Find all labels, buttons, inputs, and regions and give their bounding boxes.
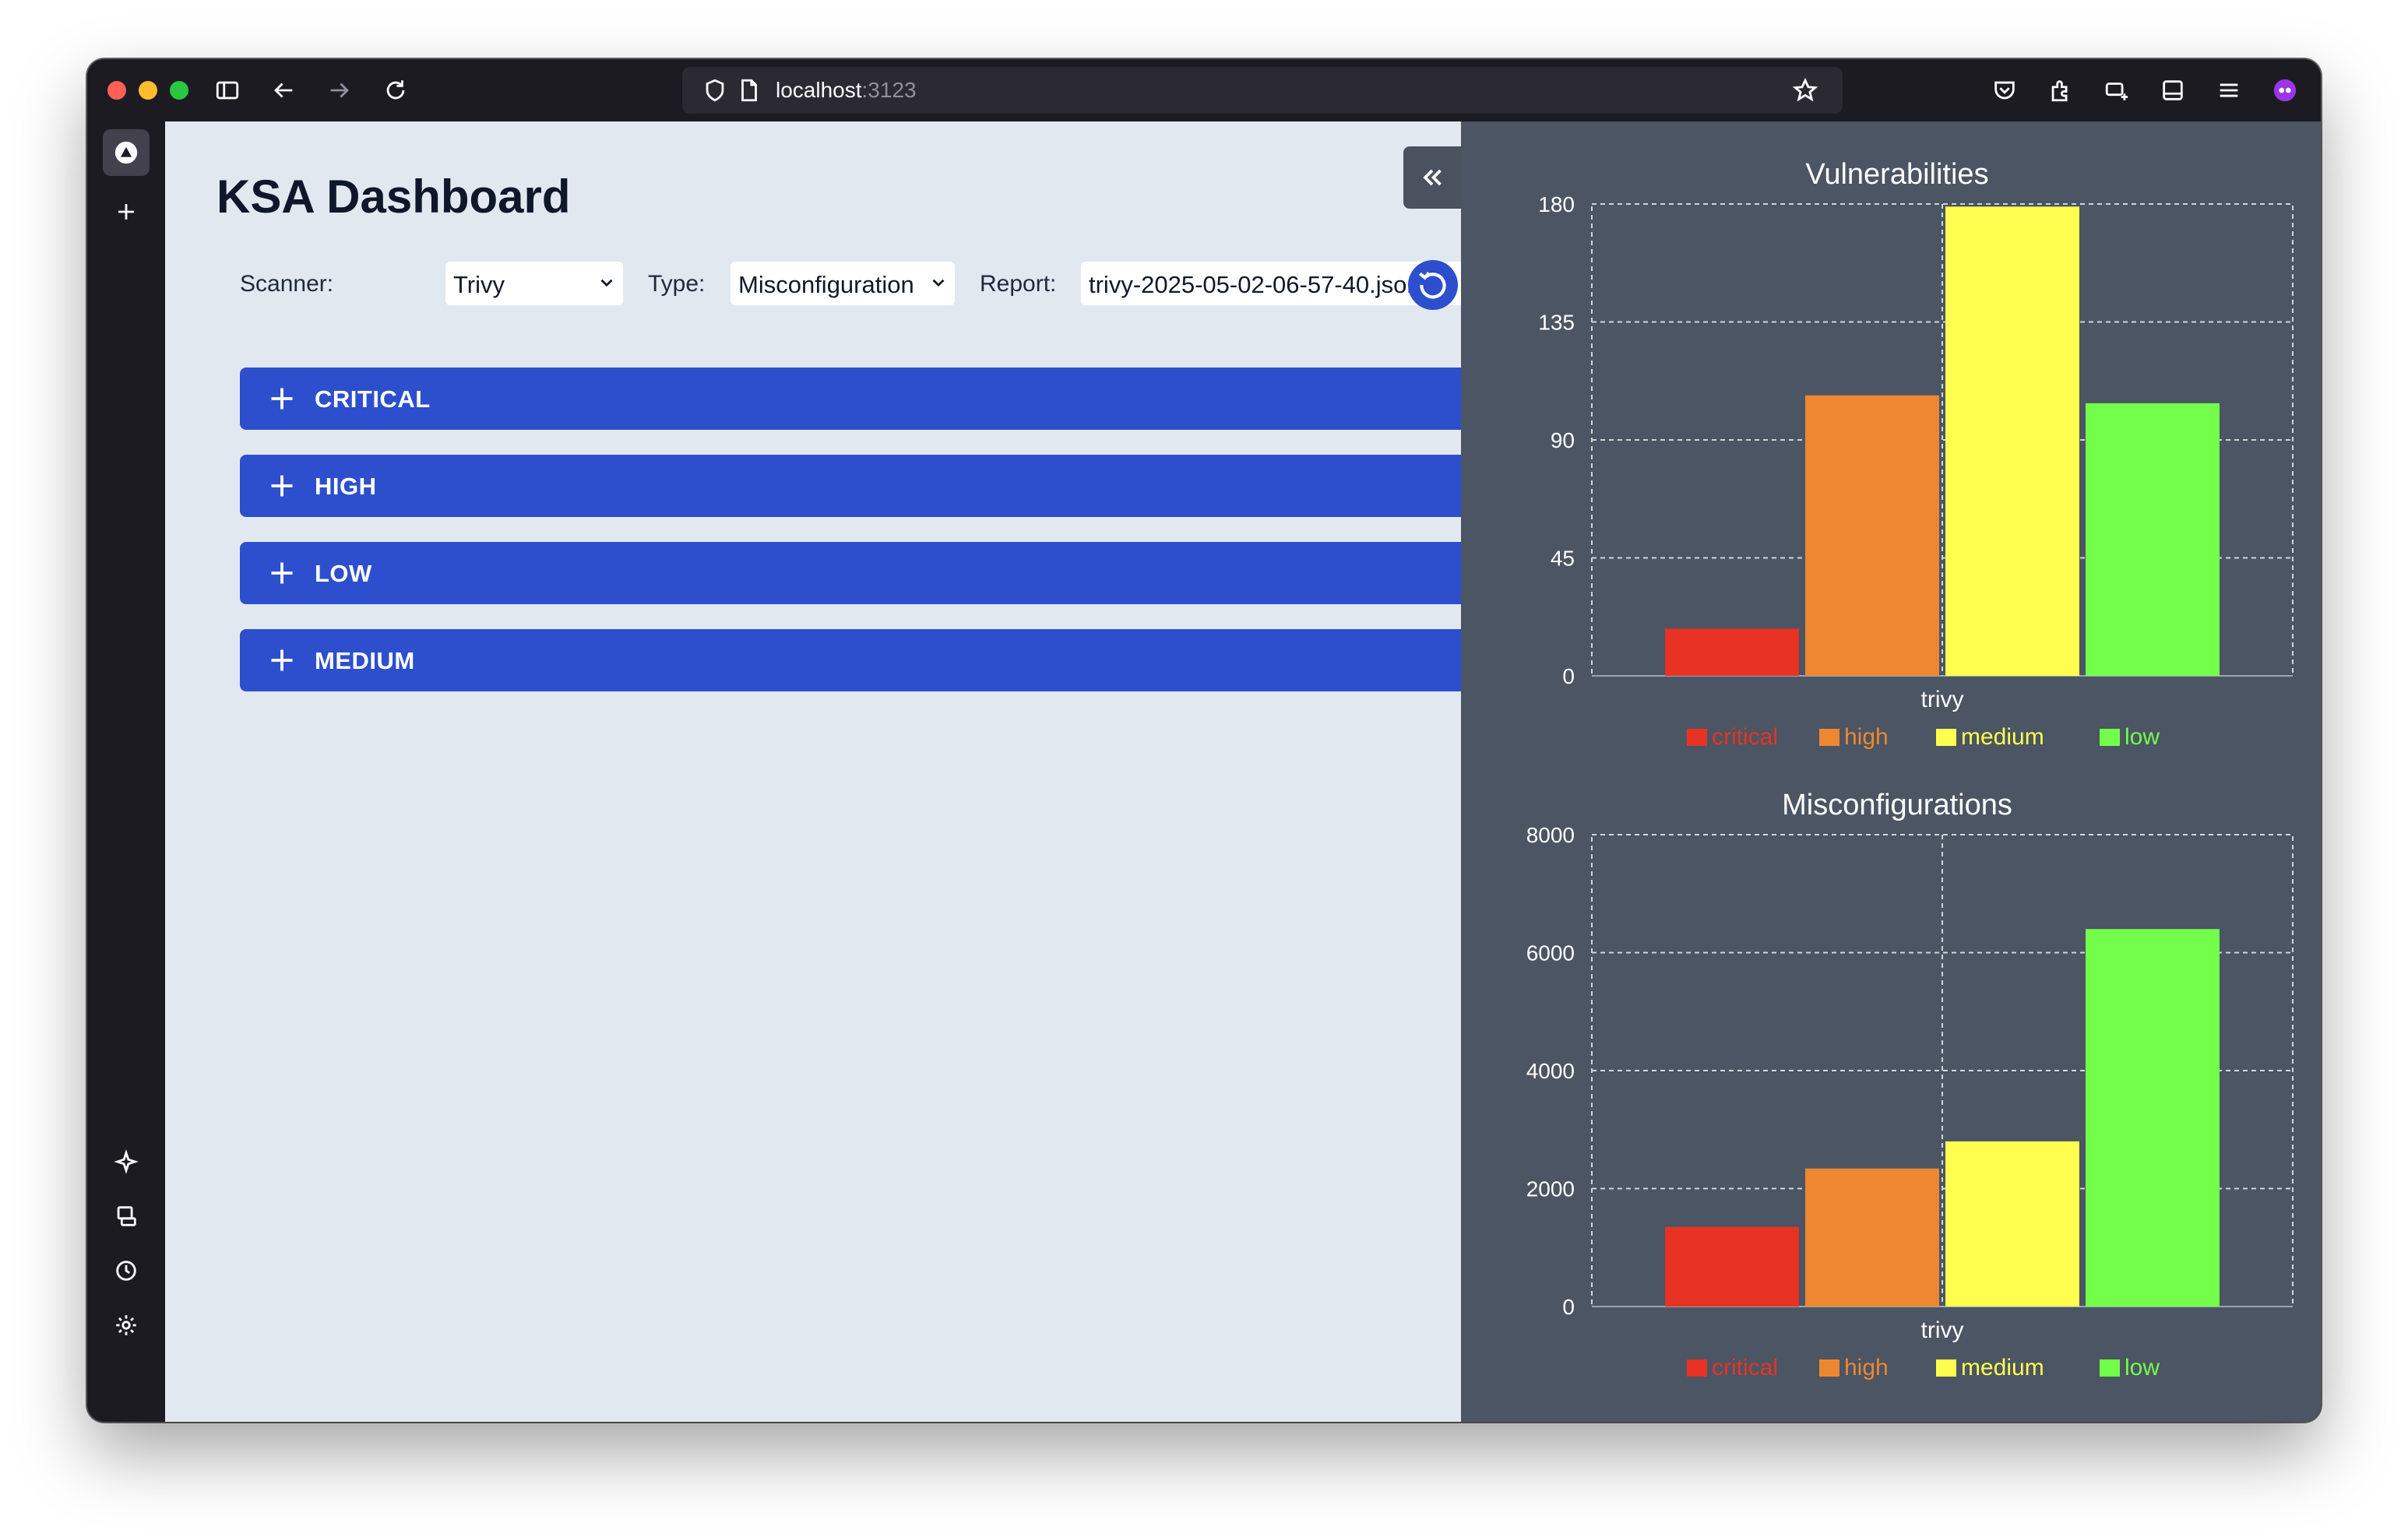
accordion-low[interactable]: LOW [240,542,1461,604]
y-tick-label: 135 [1538,311,1575,335]
plus-icon [271,388,293,410]
accordion-label: LOW [315,560,372,587]
extensions-icon[interactable] [2045,75,2076,106]
shield-icon[interactable] [699,75,730,106]
chart-title: Misconfigurations [1782,789,2012,821]
add-panel-icon[interactable] [103,188,150,235]
misconfigurations-chart: Misconfigurations 0 2000 4000 6000 8000 trivy c… [1526,789,2294,1380]
plus-icon [271,562,293,584]
pocket-icon[interactable] [1989,75,2020,106]
x-category-label: trivy [1921,1317,1964,1343]
dashboard-content: KSA Dashboard Scanner: Trivy Type: Misco… [165,121,1461,1422]
x-category-label: trivy [1921,687,1964,712]
accordion-critical[interactable]: CRITICAL [240,368,1461,430]
vulnerabilities-chart: Vulnerabilities 0 45 90 135 180 trivy critical h… [1538,158,2294,750]
refresh-button[interactable] [1408,260,1458,310]
refresh-icon [1418,272,1446,299]
bar-low [2086,929,2220,1307]
url-host: localhost [776,78,862,102]
reload-icon[interactable] [380,75,411,106]
browser-toolbar: localhost:3123 [87,59,2321,121]
chevron-down-icon [932,279,945,287]
page-icon [734,75,765,106]
bar-critical [1665,1226,1799,1307]
legend-label-low[interactable]: low [2125,724,2160,750]
accordion-label: MEDIUM [315,647,415,674]
legend-swatch-critical [1687,1359,1707,1377]
sidebar-toggle-icon[interactable] [212,75,243,106]
y-tick-label: 8000 [1526,823,1575,847]
report-select-value: trivy-2025-05-02-06-57-40.json [1089,271,1421,298]
accordion-label: HIGH [315,473,377,500]
synced-tabs-icon[interactable] [103,1193,150,1240]
type-select[interactable]: Misconfiguration [730,262,955,305]
scanner-select-value: Trivy [453,271,505,298]
bar-medium [1945,1141,2079,1307]
back-arrow-icon[interactable] [268,75,299,106]
scanner-label: Scanner: [240,271,334,297]
y-tick-label: 45 [1551,547,1575,571]
legend-swatch-medium [1936,1359,1956,1377]
type-label: Type: [648,271,706,297]
settings-gear-icon[interactable] [103,1302,150,1349]
charts-panel: Vulnerabilities 0 45 90 135 180 trivy critical h… [1461,121,2321,1422]
tab-view-icon[interactable] [2157,75,2188,106]
report-select[interactable]: trivy-2025-05-02-06-57-40.json [1081,262,1461,305]
accordion-high[interactable]: HIGH [240,455,1461,517]
close-window-button[interactable] [107,81,126,100]
bar-critical [1665,628,1799,676]
bar-high [1805,1168,1939,1307]
legend-label-critical[interactable]: critical [1712,724,1778,750]
report-label: Report: [980,271,1057,297]
collapse-panel-button[interactable] [1403,146,1461,209]
plus-icon [271,649,293,671]
address-bar[interactable]: localhost:3123 [682,67,1843,114]
legend-swatch-high [1819,729,1839,746]
bar-low [2086,403,2220,676]
legend-label-medium[interactable]: medium [1961,1355,2044,1380]
y-tick-label: 4000 [1526,1059,1575,1083]
legend-swatch-critical [1687,729,1707,746]
url-text: localhost:3123 [776,78,917,103]
private-mask-icon[interactable] [2269,75,2301,106]
chart-title: Vulnerabilities [1805,158,1988,191]
legend-label-critical[interactable]: critical [1712,1355,1778,1380]
browser-window: localhost:3123 KSA Dashboard Scanner: Tr… [87,59,2321,1422]
legend-swatch-low [2100,729,2120,746]
forward-arrow-icon[interactable] [324,75,355,106]
legend-swatch-low [2100,1359,2120,1377]
accordion-label: CRITICAL [315,385,431,413]
y-tick-label: 2000 [1526,1177,1575,1201]
chevron-down-icon [600,279,613,287]
legend-swatch-high [1819,1359,1839,1377]
url-port: :3123 [861,78,917,102]
legend-label-medium[interactable]: medium [1961,724,2044,750]
plus-icon [271,475,293,497]
y-tick-label: 0 [1562,664,1575,688]
container-tab-icon[interactable] [2101,75,2132,106]
y-tick-label: 0 [1562,1295,1575,1319]
legend-swatch-medium [1936,729,1956,746]
accordion-medium[interactable]: MEDIUM [240,629,1461,691]
y-tick-label: 90 [1551,428,1575,452]
legend-label-low[interactable]: low [2125,1355,2160,1380]
y-tick-label: 6000 [1526,941,1575,965]
minimize-window-button[interactable] [139,81,157,100]
bar-high [1805,395,1939,676]
bookmark-star-icon[interactable] [1790,75,1821,106]
ai-sparkle-icon[interactable] [103,1138,150,1185]
page-title: KSA Dashboard [217,171,571,223]
bar-medium [1945,206,2079,676]
menu-icon[interactable] [2213,75,2244,106]
double-chevron-left-icon [1423,169,1442,186]
legend-label-high[interactable]: high [1844,1355,1889,1380]
maximize-window-button[interactable] [170,81,188,100]
y-tick-label: 180 [1538,192,1575,216]
legend-label-high[interactable]: high [1844,724,1889,750]
app-logo-icon[interactable] [103,129,150,176]
type-select-value: Misconfiguration [738,271,914,298]
history-clock-icon[interactable] [103,1247,150,1294]
scanner-select[interactable]: Trivy [445,262,623,305]
browser-sidebar [87,121,165,1422]
